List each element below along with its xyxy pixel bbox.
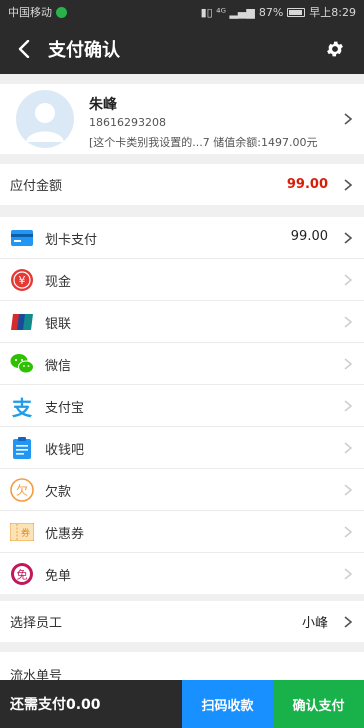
chevron-left-icon <box>18 40 30 58</box>
avatar <box>16 90 74 148</box>
chevron-right-icon <box>344 232 353 244</box>
selected-staff-value: 小峰 <box>301 616 328 631</box>
payment-method-debt[interactable]: 欠 欠款 <box>0 469 364 510</box>
svg-text:券: 券 <box>21 527 30 539</box>
member-name: 朱峰 <box>89 97 117 113</box>
member-card[interactable]: 朱峰 18616293208 [这个卡类别我设置的...7 储值余额:1497.… <box>0 84 364 154</box>
payment-method-label: 欠款 <box>45 485 72 500</box>
svg-text:¥: ¥ <box>19 274 26 287</box>
remaining-amount: 还需支付0.00 <box>0 680 182 728</box>
gear-icon <box>327 41 343 57</box>
amount-due-value: 99.00 <box>286 177 328 192</box>
payment-method-shouqianba[interactable]: 收钱吧 <box>0 427 364 468</box>
shouqianba-icon <box>10 436 34 460</box>
alipay-icon: 支 <box>12 395 32 420</box>
free-order-icon: 免 <box>10 562 34 586</box>
select-staff-label: 选择员工 <box>10 616 63 631</box>
payment-method-label: 优惠券 <box>45 527 85 542</box>
payment-method-cash[interactable]: ¥ 现金 <box>0 259 364 300</box>
status-bar: 中国移动 ▮▯ ⁴ᴳ ▂▄▆ 87% 早上8:29 <box>0 0 364 24</box>
battery-percent: 87% <box>258 5 284 19</box>
payment-method-free-order[interactable]: 免 免单 <box>0 553 364 594</box>
clock: 早上8:29 <box>309 6 356 19</box>
amount-due-label: 应付金额 <box>10 179 63 194</box>
chevron-right-icon <box>344 274 353 286</box>
payment-method-unionpay[interactable]: 银联 <box>0 301 364 342</box>
bottom-action-bar: 还需支付0.00 扫码收款 确认支付 <box>0 680 364 728</box>
payment-method-label: 划卡支付 <box>45 233 98 248</box>
svg-text:免: 免 <box>17 568 28 582</box>
confirm-payment-button[interactable]: 确认支付 <box>273 680 364 728</box>
back-button[interactable] <box>0 24 48 74</box>
cash-icon: ¥ <box>10 268 34 292</box>
payment-method-wechat[interactable]: 微信 <box>0 343 364 384</box>
battery-icon <box>287 7 306 17</box>
chevron-right-icon <box>344 179 353 191</box>
coupon-icon: 券 <box>10 520 34 544</box>
wechat-icon <box>10 352 34 376</box>
svg-text:欠: 欠 <box>16 483 28 498</box>
wechat-notification-icon <box>56 6 67 18</box>
settings-button[interactable] <box>322 36 348 62</box>
card-icon <box>10 226 34 250</box>
payment-method-label: 微信 <box>45 359 72 374</box>
page-title: 支付确认 <box>48 40 120 61</box>
chevron-right-icon <box>344 616 353 628</box>
member-card-info: [这个卡类别我设置的...7 储值余额:1497.00元 <box>89 136 318 149</box>
payment-method-label: 银联 <box>45 317 72 332</box>
payment-method-label: 免单 <box>45 569 72 584</box>
payment-method-coupon[interactable]: 券 优惠券 <box>0 511 364 552</box>
payment-method-alipay[interactable]: 支 支付宝 <box>0 385 364 426</box>
chevron-right-icon <box>344 568 353 580</box>
app-bar: 支付确认 <box>0 24 364 74</box>
carrier-label: 中国移动 <box>8 6 52 19</box>
chevron-right-icon <box>344 526 353 538</box>
unionpay-icon <box>10 310 34 334</box>
chevron-right-icon <box>344 442 353 454</box>
chevron-right-icon <box>344 400 353 412</box>
payment-method-label: 支付宝 <box>45 401 85 416</box>
serial-number-row[interactable]: 流水单号 <box>0 652 364 684</box>
member-phone: 18616293208 <box>89 116 166 129</box>
chevron-right-icon <box>344 316 353 328</box>
signal-icon: ▮▯ ⁴ᴳ ▂▄▆ <box>200 5 255 19</box>
chevron-right-icon <box>344 113 353 125</box>
payment-method-label: 收钱吧 <box>45 443 85 458</box>
payment-method-label: 现金 <box>45 275 72 290</box>
payment-method-amount: 99.00 <box>290 229 328 244</box>
chevron-right-icon <box>344 358 353 370</box>
amount-due-row[interactable]: 应付金额 99.00 <box>0 164 364 205</box>
select-staff-row[interactable]: 选择员工 小峰 <box>0 601 364 642</box>
scan-to-collect-button[interactable]: 扫码收款 <box>182 680 273 728</box>
chevron-right-icon <box>344 484 353 496</box>
debt-icon: 欠 <box>10 478 34 502</box>
payment-method-card[interactable]: 划卡支付 99.00 <box>0 217 364 258</box>
